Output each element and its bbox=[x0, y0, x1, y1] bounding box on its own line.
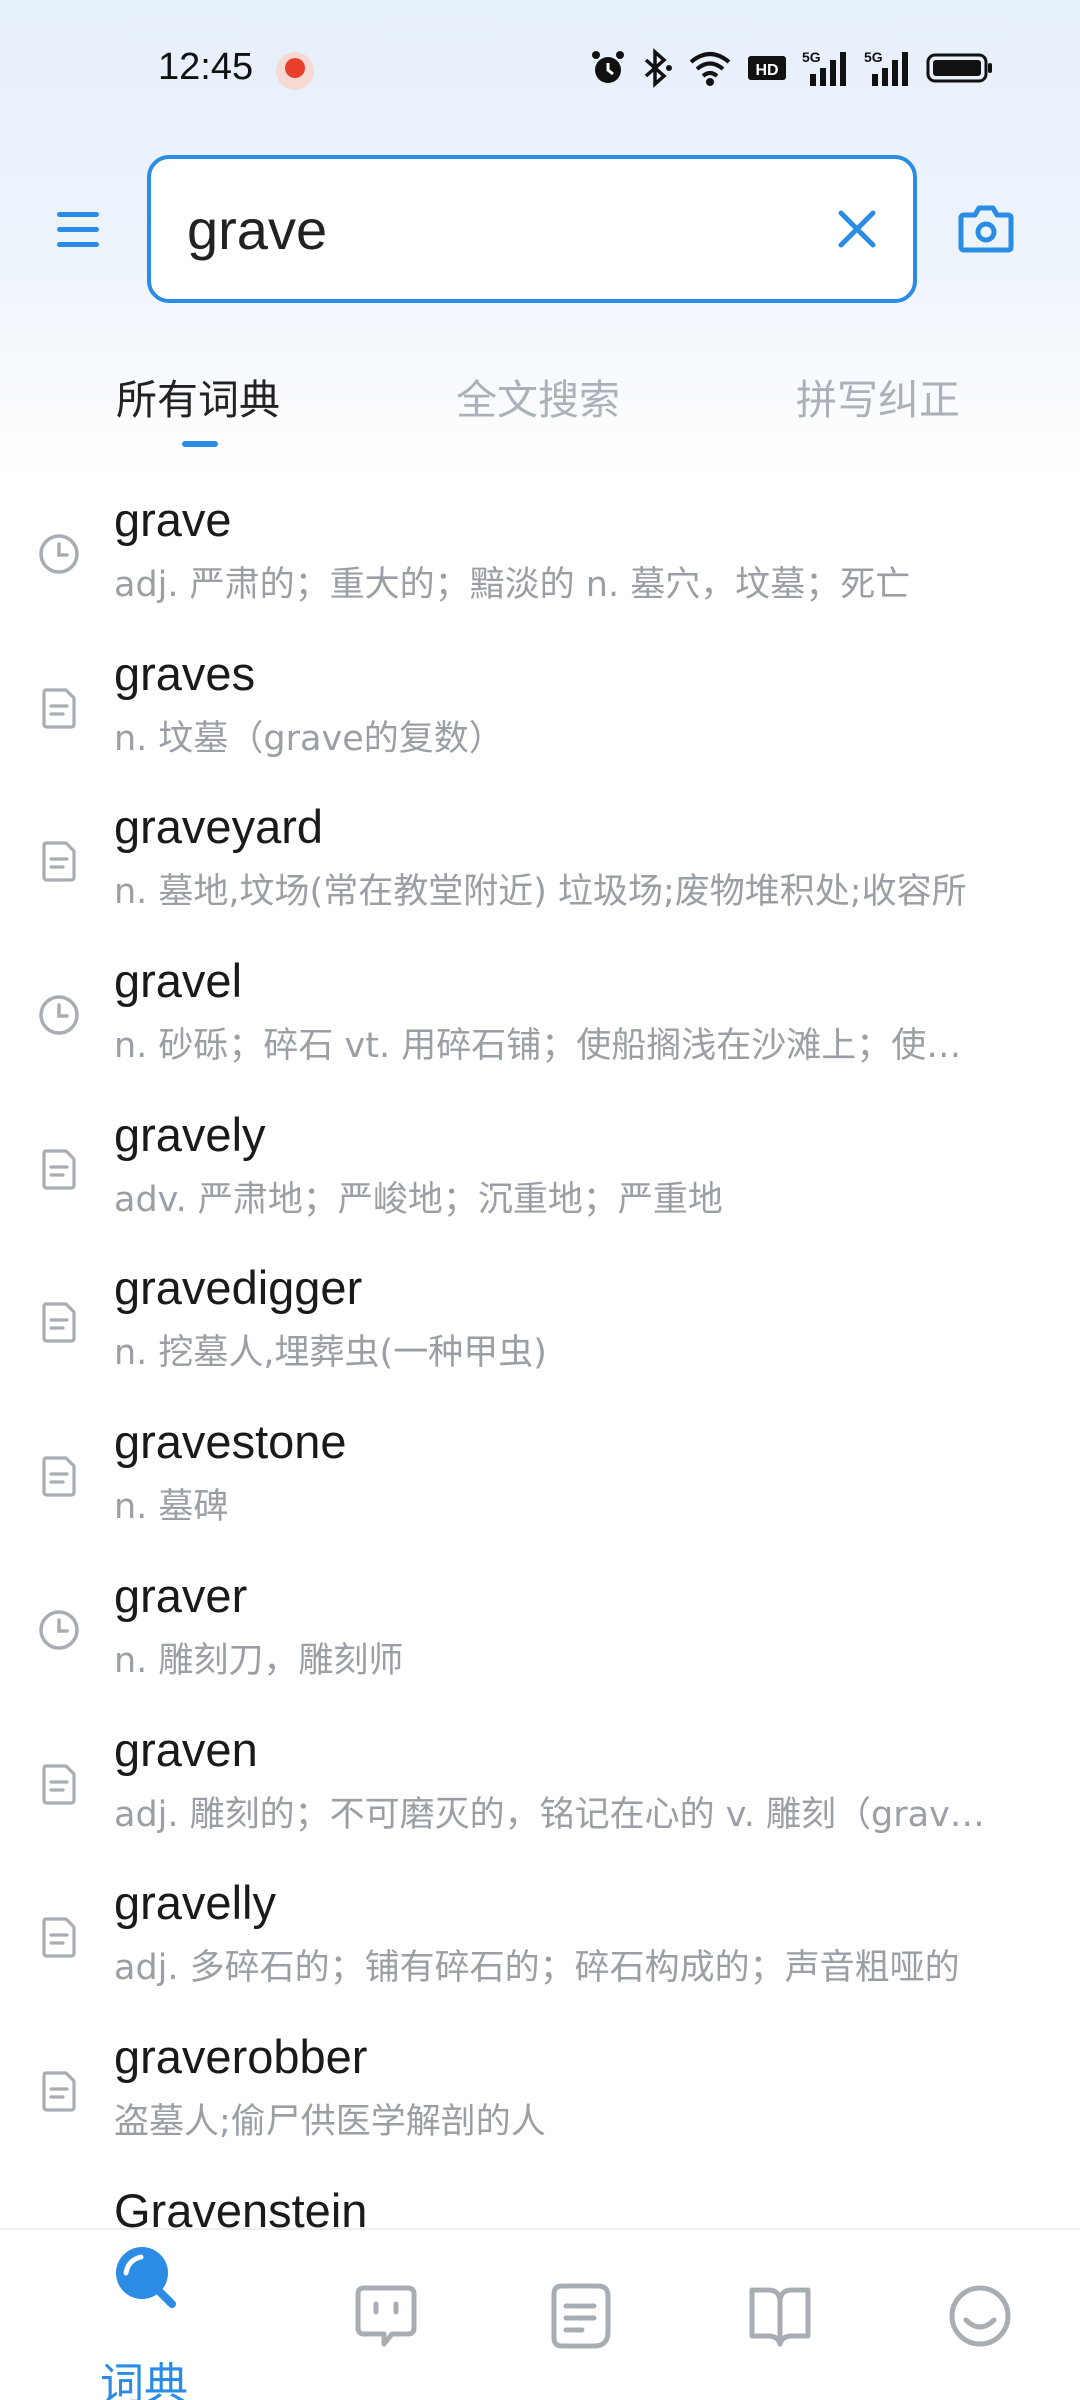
result-definition: n. 墓地,坟场(常在教堂附近) 垃圾场;废物堆积处;收容所 bbox=[114, 872, 967, 913]
result-item[interactable]: graveyard n. 墓地,坟场(常在教堂附近) 垃圾场;废物堆积处;收容所 bbox=[0, 795, 1080, 949]
document-icon bbox=[42, 841, 76, 882]
result-list[interactable]: grave adj. 严肃的；重大的；黯淡的 n. 墓穴，坟墓；死亡 graves… bbox=[0, 488, 1080, 2332]
bluetooth-icon bbox=[644, 48, 672, 88]
document-icon bbox=[42, 1456, 76, 1497]
document-icon bbox=[42, 1302, 76, 1344]
active-tab-indicator bbox=[182, 441, 218, 447]
nav-chat[interactable] bbox=[278, 2230, 494, 2400]
tab-full-text-search[interactable]: 全文搜索 bbox=[456, 366, 620, 426]
result-word: gravel bbox=[114, 954, 243, 1008]
result-definition: adj. 雕刻的；不可磨灭的，铭记在心的 v. 雕刻（grav… bbox=[114, 1794, 985, 1835]
nav-dictionary-label: 词典 bbox=[100, 2359, 188, 2400]
smiley-icon bbox=[949, 2285, 1011, 2347]
result-definition: adv. 严肃地；严峻地；沉重地；严重地 bbox=[114, 1179, 723, 1220]
5g-signal-icon: 5G bbox=[802, 49, 846, 86]
nav-wordbook[interactable] bbox=[672, 2230, 888, 2400]
result-word: graverobber bbox=[114, 2029, 368, 2083]
search-input[interactable] bbox=[187, 189, 787, 269]
wifi-icon bbox=[689, 52, 731, 86]
alarm-icon bbox=[592, 51, 624, 83]
result-definition: adj. 多碎石的；铺有碎石的；碎石构成的；声音粗哑的 bbox=[114, 1948, 960, 1989]
search-box[interactable] bbox=[147, 155, 917, 303]
result-word: gravelly bbox=[114, 1876, 276, 1930]
tab-spelling-correction[interactable]: 拼写纠正 bbox=[796, 366, 960, 426]
result-definition: n. 雕刻刀，雕刻师 bbox=[114, 1640, 404, 1681]
document-icon bbox=[42, 1149, 76, 1190]
hd-icon: HD bbox=[748, 56, 786, 80]
status-bar: 12:45 HD 5G 5G bbox=[0, 0, 1080, 140]
result-item[interactable]: graves n. 坟墓（grave的复数） bbox=[0, 642, 1080, 796]
document-icon bbox=[42, 1917, 76, 1958]
history-icon bbox=[39, 995, 79, 1035]
document-icon bbox=[42, 1763, 76, 1805]
result-word: graver bbox=[114, 1568, 248, 1622]
result-definition: n. 坟墓（grave的复数） bbox=[114, 718, 504, 759]
document-icon bbox=[42, 2071, 76, 2112]
result-item[interactable]: grave adj. 严肃的；重大的；黯淡的 n. 墓穴，坟墓；死亡 bbox=[0, 488, 1080, 642]
result-definition: n. 砂砾；碎石 vt. 用碎石铺；使船搁浅在沙滩上；使… bbox=[114, 1026, 962, 1067]
history-icon bbox=[39, 1610, 79, 1650]
result-definition: adj. 严肃的；重大的；黯淡的 n. 墓穴，坟墓；死亡 bbox=[114, 565, 911, 605]
document-icon bbox=[551, 2283, 611, 2349]
chat-bot-icon bbox=[355, 2285, 417, 2347]
camera-icon[interactable] bbox=[958, 203, 1014, 253]
notification-app-icon bbox=[276, 52, 314, 90]
document-icon bbox=[42, 688, 76, 729]
svg-text:HD: HD bbox=[755, 62, 778, 79]
result-item[interactable]: gravestone n. 墓碑 bbox=[0, 1410, 1080, 1564]
nav-profile[interactable] bbox=[872, 2230, 1080, 2400]
bottom-nav: 词典 bbox=[0, 2228, 1080, 2400]
result-item[interactable]: gravel n. 砂砾；碎石 vt. 用碎石铺；使船搁浅在沙滩上；使… bbox=[0, 949, 1080, 1103]
search-icon bbox=[116, 2247, 176, 2308]
result-definition: n. 挖墓人,埋葬虫(一种甲虫) bbox=[114, 1333, 547, 1374]
battery-icon bbox=[926, 53, 992, 83]
tab-all-dictionaries[interactable]: 所有词典 bbox=[116, 366, 280, 426]
5g-signal-icon: 5G bbox=[864, 49, 908, 86]
result-word: gravestone bbox=[114, 1415, 347, 1469]
result-item[interactable]: graver n. 雕刻刀，雕刻师 bbox=[0, 1564, 1080, 1718]
result-word: graveyard bbox=[114, 800, 323, 854]
result-word: gravely bbox=[114, 1107, 266, 1161]
clear-icon[interactable] bbox=[837, 209, 877, 249]
svg-text:5G: 5G bbox=[864, 49, 883, 65]
result-item[interactable]: graven adj. 雕刻的；不可磨灭的，铭记在心的 v. 雕刻（grav… bbox=[0, 1718, 1080, 1872]
result-item[interactable]: gravely adv. 严肃地；严峻地；沉重地；严重地 bbox=[0, 1103, 1080, 1257]
result-definition: n. 墓碑 bbox=[114, 1487, 229, 1528]
result-word: grave bbox=[114, 493, 232, 546]
nav-dictionary[interactable]: 词典 bbox=[36, 2230, 252, 2400]
result-item[interactable]: gravedigger n. 挖墓人,埋葬虫(一种甲虫) bbox=[0, 1256, 1080, 1410]
result-word: graven bbox=[114, 1722, 258, 1776]
result-word: gravedigger bbox=[114, 1261, 363, 1315]
result-item[interactable]: gravelly adj. 多碎石的；铺有碎石的；碎石构成的；声音粗哑的 bbox=[0, 1871, 1080, 2025]
nav-notes[interactable] bbox=[474, 2230, 690, 2400]
book-icon bbox=[749, 2287, 811, 2347]
history-icon bbox=[39, 534, 79, 574]
result-definition: 盗墓人;偷尸供医学解剖的人 bbox=[114, 2101, 546, 2142]
result-item[interactable]: graverobber 盗墓人;偷尸供医学解剖的人 bbox=[0, 2025, 1080, 2179]
status-icons: HD 5G 5G bbox=[590, 48, 994, 88]
status-time: 12:45 bbox=[158, 46, 254, 88]
svg-text:5G: 5G bbox=[802, 49, 821, 65]
menu-icon[interactable] bbox=[55, 208, 101, 252]
result-word: graves bbox=[114, 646, 256, 700]
